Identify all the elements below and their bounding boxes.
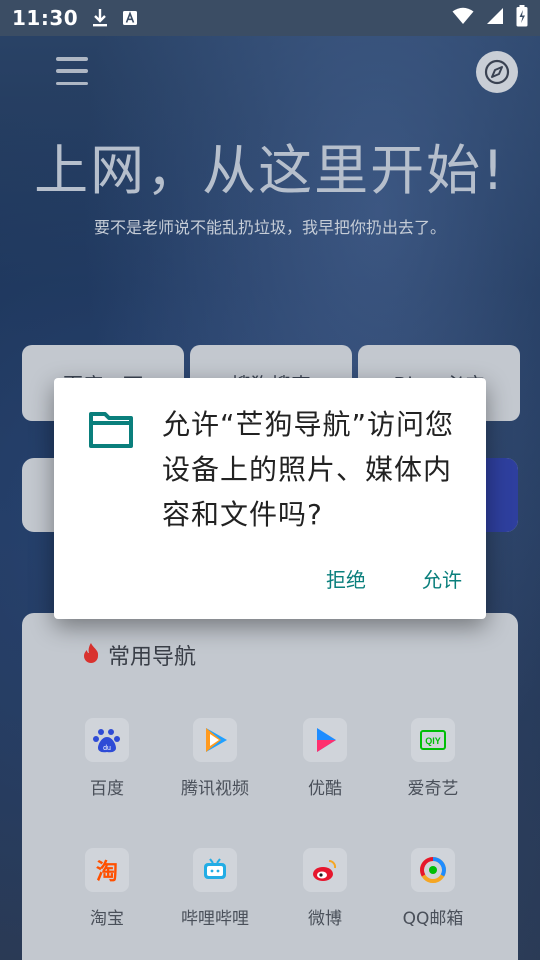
dialog-message: 允许“芒狗导航”访问您设备上的照片、媒体内容和文件吗? — [162, 408, 455, 531]
deny-button[interactable]: 拒绝 — [326, 564, 366, 593]
allow-button[interactable]: 允许 — [422, 564, 462, 593]
folder-icon — [88, 411, 134, 453]
dialog-actions: 拒绝 允许 — [326, 564, 462, 593]
permission-dialog: 允许“芒狗导航”访问您设备上的照片、媒体内容和文件吗? 拒绝 允许 — [54, 378, 486, 619]
